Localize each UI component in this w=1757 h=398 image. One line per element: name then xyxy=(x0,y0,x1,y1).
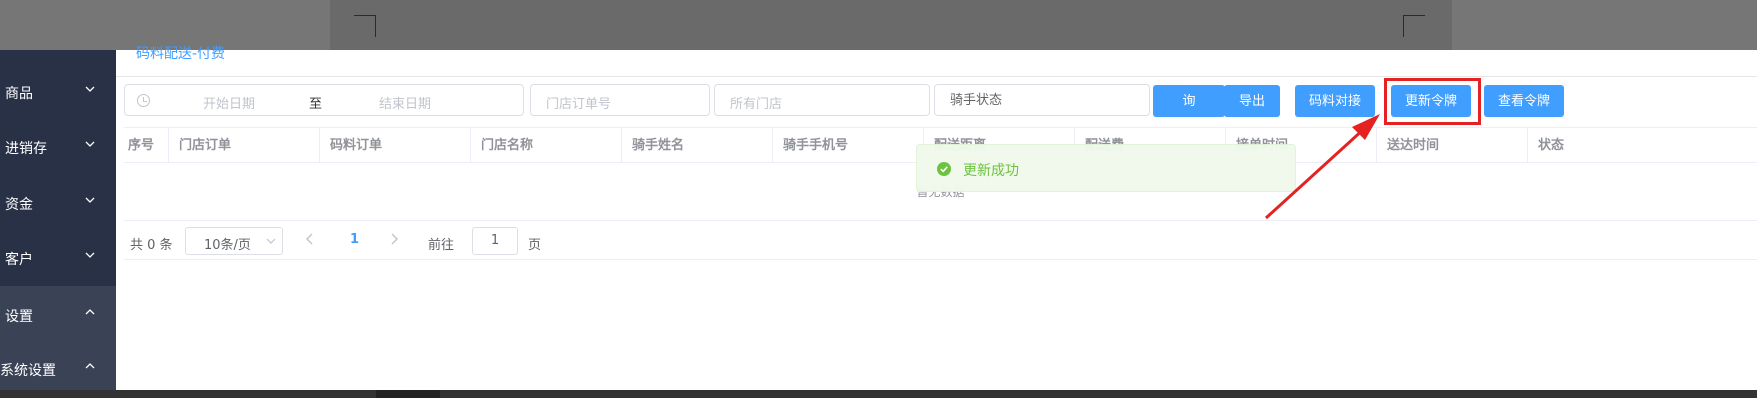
date-range-picker[interactable]: 开始日期 至 结束日期 xyxy=(124,84,524,116)
sidebar: 商品 进销存 资金 客户 设置 系统设置 xyxy=(0,50,116,390)
sidebar-item-label: 商品 xyxy=(5,86,33,102)
sidebar-item-system-settings[interactable]: 系统设置 xyxy=(0,340,116,390)
sidebar-item-label: 设置 xyxy=(5,309,33,325)
store-order-placeholder: 门店订单号 xyxy=(546,97,612,112)
store-select-placeholder: 所有门店 xyxy=(730,97,783,112)
crop-mark-top-right xyxy=(1403,15,1425,37)
main-panel: 码料配送-付费 开始日期 至 结束日期 门店订单号 所有门店 骑手状态 询 导出… xyxy=(116,46,1757,390)
column-header: 骑手手机号 xyxy=(772,128,923,163)
chevron-down-icon xyxy=(85,197,95,203)
sidebar-item-label: 进销存 xyxy=(5,141,47,157)
clock-icon xyxy=(137,94,150,107)
page-title: 码料配送-付费 xyxy=(136,46,226,62)
sidebar-item-label: 客户 xyxy=(5,252,33,268)
chevron-down-icon xyxy=(85,86,95,92)
column-header: 序号 xyxy=(128,138,155,153)
chevron-right-icon[interactable] xyxy=(388,232,400,246)
export-button[interactable]: 导出 xyxy=(1224,85,1280,117)
chevron-down-icon xyxy=(266,238,276,244)
chevron-left-icon[interactable] xyxy=(304,232,316,246)
highlight-box xyxy=(1384,78,1481,125)
sidebar-item-inventory[interactable]: 进销存 xyxy=(0,118,116,174)
total-count: 共 0 条 xyxy=(130,238,173,253)
toast-message: 更新成功 xyxy=(963,163,1019,179)
sidebar-item-label: 资金 xyxy=(5,197,33,213)
rider-status-select[interactable]: 骑手状态 xyxy=(934,84,1150,116)
goto-label: 前往 xyxy=(428,238,455,253)
reconcile-button[interactable]: 码料对接 xyxy=(1295,85,1375,117)
goto-page-input[interactable]: 1 xyxy=(472,227,518,255)
view-token-button[interactable]: 查看令牌 xyxy=(1484,85,1564,117)
pagination: 共 0 条 10条/页 1 前往 1 页 xyxy=(124,224,1757,260)
rider-status-placeholder: 骑手状态 xyxy=(950,93,1003,108)
store-select[interactable]: 所有门店 xyxy=(714,84,930,116)
page-size-select[interactable]: 10条/页 xyxy=(185,227,283,255)
column-header: 骑手姓名 xyxy=(621,128,772,163)
crop-mark-top-left xyxy=(354,15,376,37)
current-page[interactable]: 1 xyxy=(350,232,359,247)
sidebar-item-customers[interactable]: 客户 xyxy=(0,229,116,285)
page-unit-label: 页 xyxy=(528,238,542,253)
sidebar-item-settings[interactable]: 设置 xyxy=(0,286,116,342)
column-header: 门店订单 xyxy=(168,128,319,163)
chevron-up-icon xyxy=(85,309,95,315)
column-header: 状态 xyxy=(1527,128,1678,163)
chevron-up-icon xyxy=(85,363,95,369)
chevron-down-icon xyxy=(85,141,95,147)
column-header: 门店名称 xyxy=(470,128,621,163)
check-circle-icon xyxy=(937,162,951,176)
query-button[interactable]: 询 xyxy=(1153,85,1225,117)
start-date-input[interactable]: 开始日期 xyxy=(203,93,255,112)
success-toast: 更新成功 xyxy=(916,144,1296,192)
page-size-value: 10条/页 xyxy=(204,238,251,253)
store-order-input[interactable]: 门店订单号 xyxy=(530,84,710,116)
chevron-down-icon xyxy=(85,252,95,258)
sidebar-item-label: 系统设置 xyxy=(0,363,56,379)
bottom-bar xyxy=(0,390,1757,398)
sidebar-item-products[interactable]: 商品 xyxy=(0,63,116,119)
sidebar-item-funds[interactable]: 资金 xyxy=(0,174,116,230)
column-header: 码料订单 xyxy=(319,128,470,163)
end-date-input[interactable]: 结束日期 xyxy=(379,93,431,112)
divider xyxy=(116,76,1757,77)
column-header: 送达时间 xyxy=(1376,128,1527,163)
range-separator: 至 xyxy=(309,97,323,112)
